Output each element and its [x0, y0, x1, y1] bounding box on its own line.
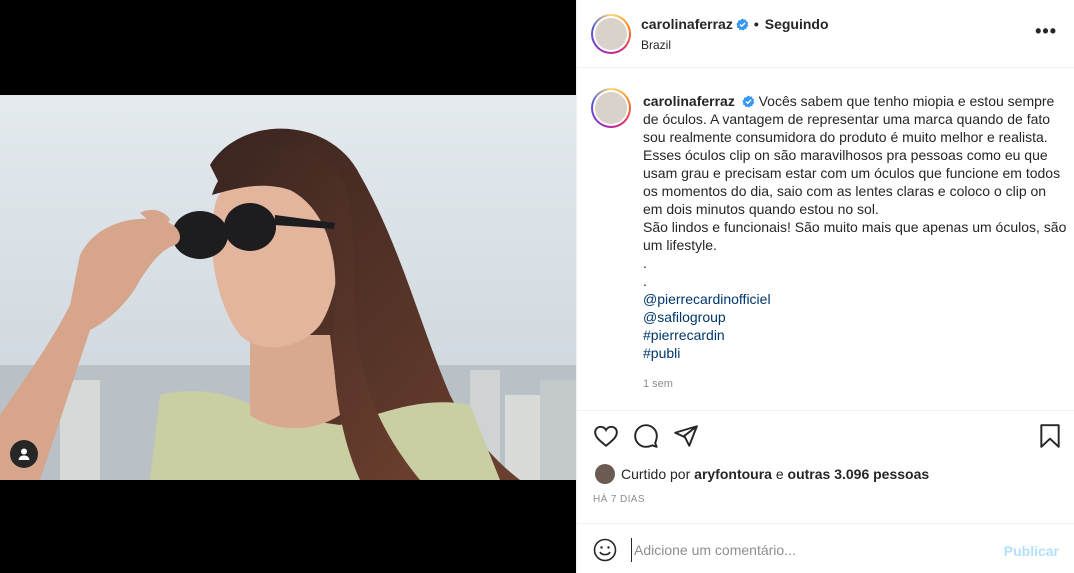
share-send-icon[interactable]	[673, 423, 699, 449]
hashtag-link[interactable]: #pierrecardin	[643, 326, 1067, 344]
user-icon	[18, 448, 30, 460]
more-options-button[interactable]: •••	[1035, 22, 1057, 40]
post-photo[interactable]	[0, 95, 576, 480]
location-link[interactable]: Brazil	[641, 38, 671, 52]
action-bar	[577, 410, 1074, 460]
caption-timestamp[interactable]: 1 sem	[643, 378, 673, 390]
hashtag-link[interactable]: #publi	[643, 344, 1067, 362]
user-tags-button[interactable]	[10, 440, 38, 468]
caption-dot-line: .	[643, 273, 647, 289]
more-options-icon: •••	[1035, 21, 1057, 41]
caption-dot-line: .	[643, 255, 647, 271]
verified-badge-icon	[736, 17, 749, 31]
emoji-smiley-icon[interactable]	[593, 538, 617, 562]
avatar[interactable]	[591, 14, 631, 54]
following-button[interactable]: Seguindo	[765, 16, 829, 32]
liked-by-user[interactable]: aryfontoura	[694, 466, 772, 482]
comment-bar: Publicar	[577, 523, 1074, 573]
header-user-row: carolinaferraz • Seguindo	[641, 16, 829, 32]
post-header: carolinaferraz • Seguindo Brazil •••	[577, 0, 1074, 68]
likes-summary: Curtido por aryfontoura e outras 3.096 p…	[595, 464, 929, 484]
publish-button[interactable]: Publicar	[1004, 543, 1059, 559]
liked-by-connector: e	[775, 466, 784, 482]
header-username[interactable]: carolinaferraz	[641, 16, 733, 32]
liked-by-prefix: Curtido por	[621, 466, 691, 482]
liker-avatar[interactable]	[595, 464, 615, 484]
like-heart-icon[interactable]	[593, 423, 619, 449]
caption-paragraph-1: Vocês sabem que tenho miopia e estou sem…	[643, 93, 1061, 217]
caption-text: carolinaferraz Vocês sabem que tenho mio…	[643, 92, 1067, 362]
caption-avatar[interactable]	[591, 88, 631, 128]
comment-bubble-icon[interactable]	[633, 423, 659, 449]
verified-badge-icon	[742, 95, 755, 108]
post-media[interactable]	[0, 0, 576, 573]
mention-link[interactable]: @pierrecardinofficiel	[643, 290, 1067, 308]
post-details-panel: carolinaferraz • Seguindo Brazil ••• car…	[576, 0, 1074, 573]
mention-link[interactable]: @safilogroup	[643, 308, 1067, 326]
caption-username[interactable]: carolinaferraz	[643, 93, 735, 109]
comment-input[interactable]	[631, 538, 991, 562]
caption-paragraph-2: São lindos e funcionais! São muito mais …	[643, 219, 1067, 253]
caption-block: carolinaferraz Vocês sabem que tenho mio…	[577, 68, 1074, 410]
save-bookmark-icon[interactable]	[1037, 423, 1063, 449]
post-date[interactable]: HÁ 7 DIAS	[593, 494, 645, 505]
separator-dot: •	[753, 16, 759, 32]
likes-count-link[interactable]: outras 3.096 pessoas	[788, 466, 930, 482]
